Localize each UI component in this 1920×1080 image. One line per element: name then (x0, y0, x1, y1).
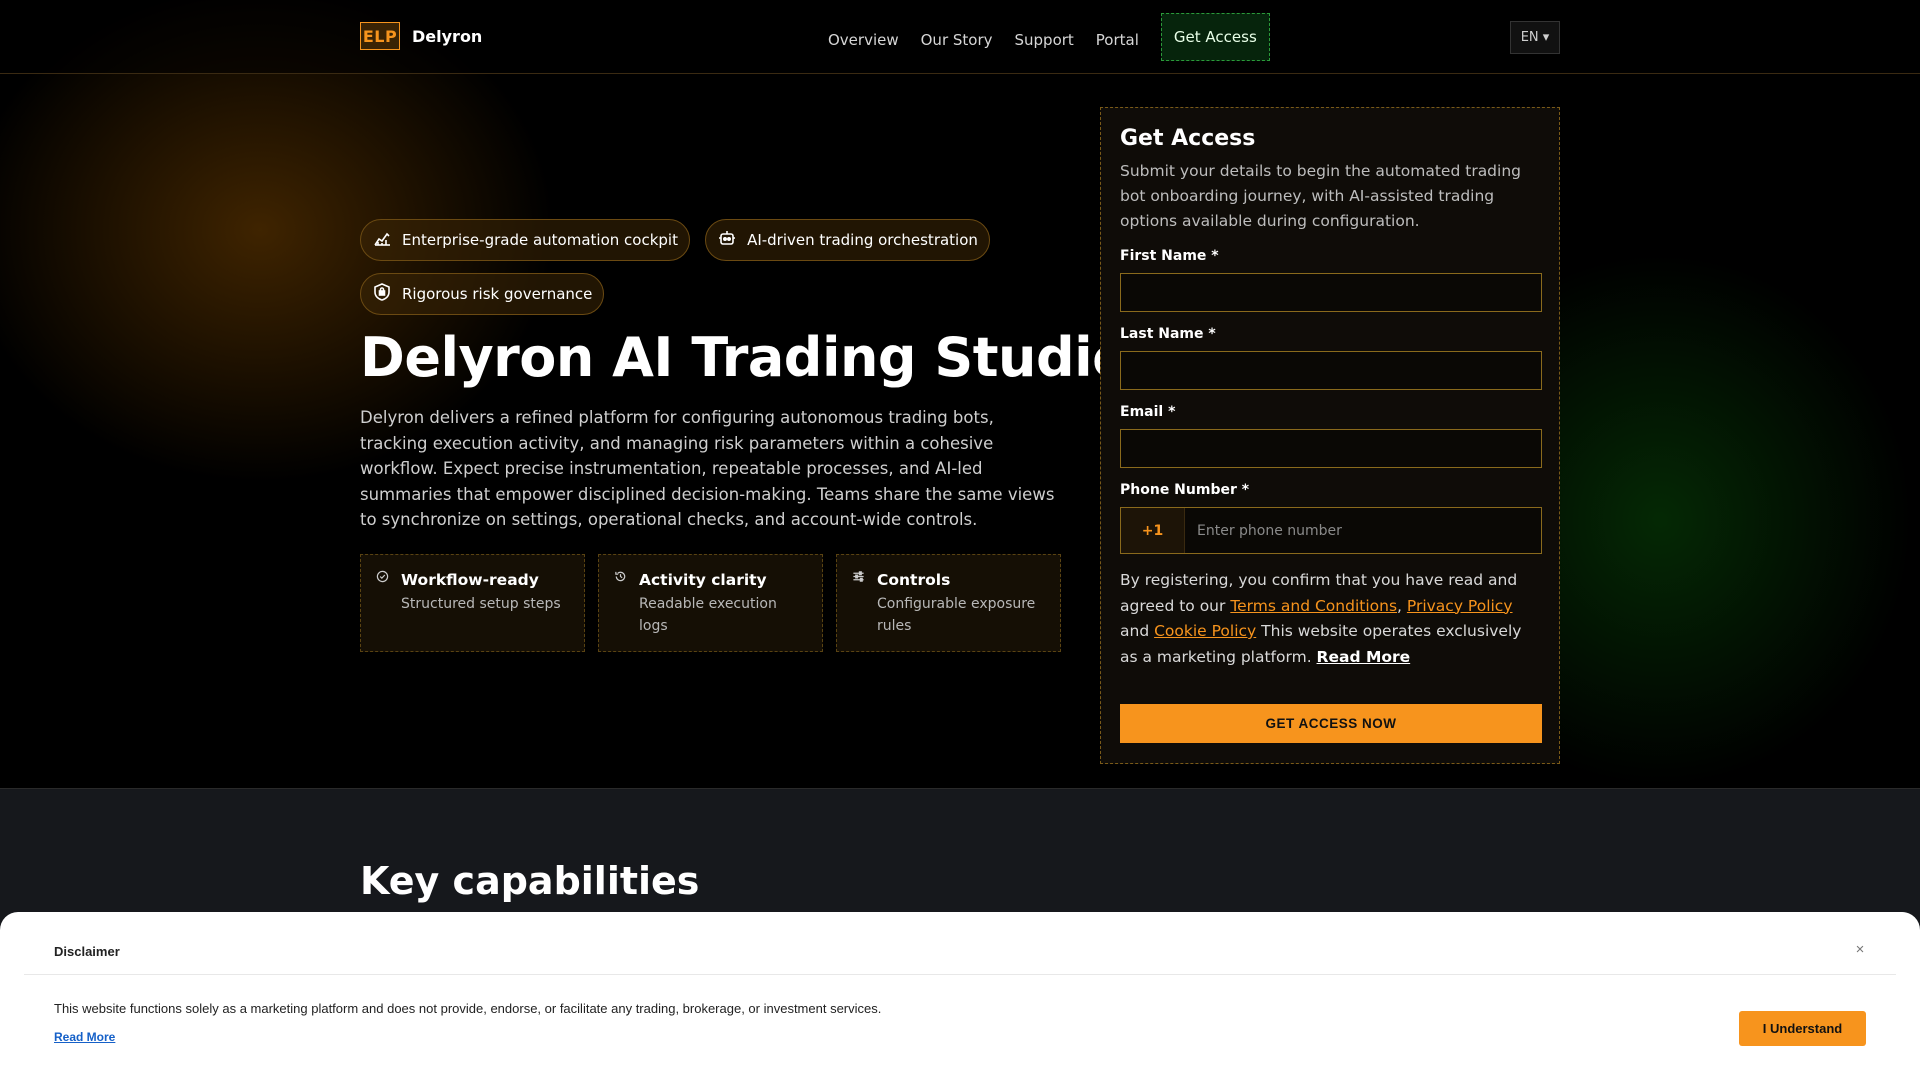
email-label: Email * (1120, 404, 1176, 420)
logo[interactable]: ELP Delyron (360, 22, 482, 50)
form-intro: Submit your details to begin the automat… (1120, 162, 1521, 230)
terms-link[interactable]: Terms and Conditions (1230, 597, 1397, 615)
pill-automation: Enterprise-grade automation cockpit (360, 219, 690, 261)
cookie-link[interactable]: Cookie Policy (1154, 622, 1256, 640)
phone-country-code[interactable]: +1 (1121, 508, 1185, 553)
feature-cards: Workflow-ready Structured setup steps Ac… (360, 554, 1061, 652)
nav-get-access-button[interactable]: Get Access (1160, 13, 1270, 61)
feature-title: Controls (877, 571, 951, 589)
history-icon (615, 571, 626, 582)
form-title: Get Access (1120, 126, 1256, 151)
get-access-now-button[interactable]: GET ACCESS NOW (1120, 704, 1542, 743)
read-more-link[interactable]: Read More (1317, 648, 1411, 666)
logo-badge: ELP (360, 22, 400, 50)
phone-field-group: +1 (1120, 507, 1542, 554)
phone-field[interactable] (1185, 508, 1541, 553)
feature-title: Activity clarity (639, 571, 767, 589)
i-understand-button[interactable]: I Understand (1739, 1011, 1866, 1046)
nav-portal[interactable]: Portal (1096, 21, 1139, 59)
check-circle-icon (376, 570, 389, 583)
hero-description: Delyron delivers a refined platform for … (360, 408, 1055, 529)
nav-support[interactable]: Support (1015, 21, 1074, 59)
disclaimer-title: Disclaimer (54, 944, 120, 959)
phone-label: Phone Number * (1120, 482, 1250, 498)
separator: and (1120, 622, 1155, 640)
close-icon[interactable]: × (1850, 940, 1870, 960)
disclaimer-banner: Disclaimer × This website functions sole… (0, 912, 1920, 1080)
divider (24, 974, 1896, 975)
hero-title: Delyron AI Trading Studio (360, 326, 1129, 389)
pill-ai: AI-driven trading orchestration (705, 219, 990, 261)
site-header: ELP Delyron Overview Our Story Support P… (0, 0, 1920, 74)
pill-risk: Rigorous risk governance (360, 273, 605, 315)
main-nav: Overview Our Story Support Portal Get Ac… (828, 13, 1270, 61)
nav-our-story[interactable]: Our Story (921, 21, 993, 59)
pill-label: AI-driven trading orchestration (747, 231, 978, 249)
robot-icon (717, 228, 737, 252)
language-selector[interactable]: EN ▾ (1510, 21, 1560, 54)
feature-card-workflow: Workflow-ready Structured setup steps (360, 554, 585, 652)
last-name-field[interactable] (1120, 351, 1542, 390)
first-name-field[interactable] (1120, 273, 1542, 312)
disclaimer-text: This website functions solely as a marke… (54, 1001, 882, 1016)
pill-label: Enterprise-grade automation cockpit (402, 231, 678, 249)
last-name-label: Last Name * (1120, 326, 1216, 342)
hero-background (0, 0, 1920, 788)
feature-card-controls: Controls Configurable exposure rules (836, 554, 1061, 652)
sliders-icon (853, 571, 864, 582)
feature-subtitle: Structured setup steps (401, 596, 561, 612)
get-access-form: Get Access Submit your details to begin … (1100, 107, 1560, 764)
privacy-link[interactable]: Privacy Policy (1407, 597, 1513, 615)
shield-icon (372, 282, 392, 306)
feature-card-activity: Activity clarity Readable execution logs (598, 554, 823, 652)
feature-subtitle: Configurable exposure rules (877, 596, 1036, 634)
feature-title: Workflow-ready (401, 571, 539, 589)
pill-label: Rigorous risk governance (402, 285, 593, 303)
nav-overview[interactable]: Overview (828, 21, 899, 59)
chart-icon (372, 228, 392, 252)
section-title: Key capabilities (360, 859, 700, 903)
email-field[interactable] (1120, 429, 1542, 468)
disclaimer-read-more-link[interactable]: Read More (54, 1030, 115, 1044)
brand-name: Delyron (412, 26, 483, 46)
feature-subtitle: Readable execution logs (639, 596, 777, 634)
hero-pills: Enterprise-grade automation cockpit AI-d… (360, 219, 1010, 327)
consent-text: By registering, you confirm that you hav… (1120, 568, 1540, 670)
separator: , (1397, 596, 1407, 615)
first-name-label: First Name * (1120, 248, 1219, 264)
